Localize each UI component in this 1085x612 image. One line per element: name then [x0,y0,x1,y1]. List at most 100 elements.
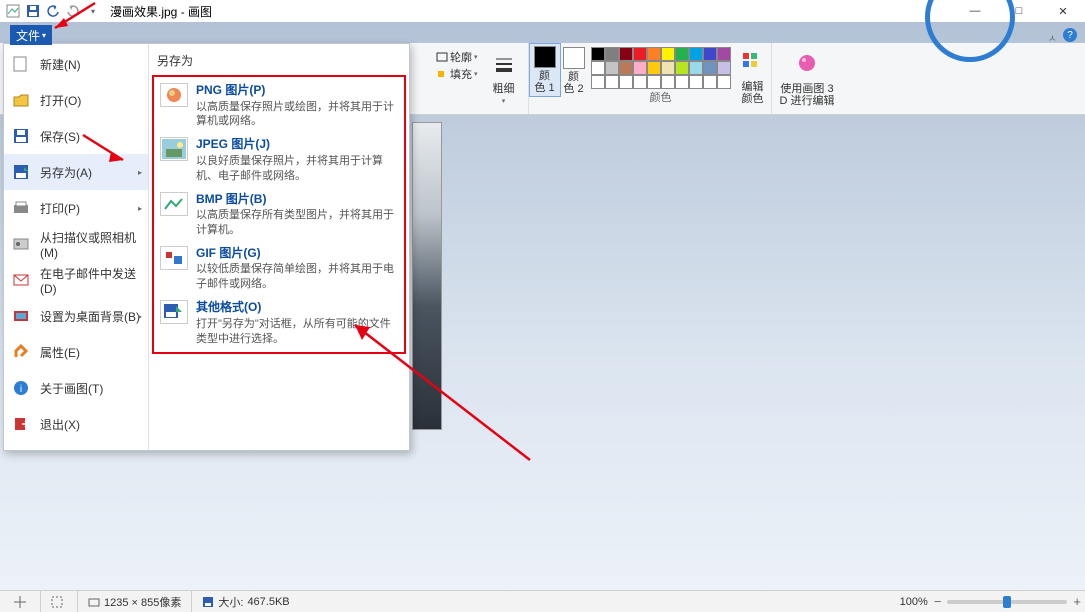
format-title: 其他格式(O) [196,300,398,316]
color-palette[interactable] [587,43,735,89]
palette-swatch[interactable] [717,61,731,75]
crosshair-icon [14,596,26,608]
file-menu-item[interactable]: 新建(N) [4,46,148,82]
menu-item-icon [10,233,32,255]
palette-swatch[interactable] [703,75,717,89]
saveas-format-item[interactable]: 其他格式(O)打开"另存为"对话框，从所有可能的文件类型中进行选择。 [154,296,404,350]
fill-dropdown[interactable]: 填充▾ [436,66,478,82]
color2-button[interactable]: 颜 色 2 [561,43,587,95]
palette-swatch[interactable] [717,47,731,61]
format-icon [160,83,188,107]
zoom-in-button[interactable]: + [1073,594,1081,609]
zoom-out-button[interactable]: − [934,594,942,609]
format-icon [160,246,188,270]
file-menu-item[interactable]: 打印(P) ▸ [4,190,148,226]
undo-icon[interactable] [44,2,62,20]
menu-item-label: 属性(E) [40,344,80,361]
file-menu-item[interactable]: 保存(S) [4,118,148,154]
palette-swatch[interactable] [619,61,633,75]
save-icon[interactable] [24,2,42,20]
menu-item-label: 打印(P) [40,200,80,217]
thickness-button[interactable]: 粗细 ▾ [486,45,522,105]
palette-swatch[interactable] [605,61,619,75]
palette-swatch[interactable] [619,47,633,61]
palette-swatch[interactable] [591,47,605,61]
disk-icon [202,596,214,608]
palette-swatch[interactable] [647,75,661,89]
palette-swatch[interactable] [689,61,703,75]
saveas-format-item[interactable]: GIF 图片(G)以较低质量保存简单绘图，并将其用于电子邮件或网络。 [154,242,404,296]
menu-item-icon [10,89,32,111]
canvas-content[interactable] [412,122,442,430]
zoom-control: 100% − + [900,594,1081,609]
file-menu-item[interactable]: 退出(X) [4,406,148,442]
file-menu-item[interactable]: i 关于画图(T) [4,370,148,406]
menu-item-label: 打开(O) [40,92,81,109]
menu-item-icon [10,413,32,435]
palette-swatch[interactable] [703,61,717,75]
palette-swatch[interactable] [675,75,689,89]
submenu-arrow-icon: ▸ [138,204,142,213]
menu-item-label: 退出(X) [40,416,80,433]
menu-item-icon [10,305,32,327]
selection-icon [51,596,63,608]
format-icon [160,300,188,324]
quick-access-toolbar: ▾ [4,2,102,20]
format-icon [160,192,188,216]
palette-swatch[interactable] [605,75,619,89]
palette-swatch[interactable] [675,61,689,75]
menu-item-label: 关于画图(T) [40,380,103,397]
format-desc: 以高质量保存照片或绘图，并将其用于计算机或网络。 [196,100,398,130]
palette-swatch[interactable] [689,75,703,89]
redo-icon[interactable] [64,2,82,20]
saveas-format-item[interactable]: JPEG 图片(J)以良好质量保存照片，并将其用于计算机、电子邮件或网络。 [154,133,404,187]
close-button[interactable]: ✕ [1041,0,1085,22]
file-size: 大小: 467.5KB [192,591,299,612]
edit-colors-button[interactable]: 编辑 颜色 [735,43,771,105]
palette-swatch[interactable] [605,47,619,61]
file-menu-item[interactable]: 另存为(A)▸ [4,154,148,190]
palette-swatch[interactable] [633,61,647,75]
menu-item-label: 从扫描仪或照相机(M) [40,229,142,260]
image-dimensions: 1235 × 855像素 [78,591,192,612]
palette-swatch[interactable] [647,47,661,61]
file-menu-item[interactable]: 在电子邮件中发送(D) [4,262,148,298]
palette-swatch[interactable] [633,75,647,89]
saveas-format-item[interactable]: PNG 图片(P)以高质量保存照片或绘图，并将其用于计算机或网络。 [154,79,404,133]
palette-swatch[interactable] [591,61,605,75]
qat-dropdown-icon[interactable]: ▾ [84,2,102,20]
format-desc: 以良好质量保存照片，并将其用于计算机、电子邮件或网络。 [196,154,398,184]
palette-swatch[interactable] [647,61,661,75]
colors-group-label: 颜色 [650,89,672,107]
palette-swatch[interactable] [591,75,605,89]
file-menu: 新建(N) 打开(O) 保存(S)另存为(A)▸ 打印(P) ▸ 从扫描仪或照相机(M) 在… [3,43,410,451]
file-menu-item[interactable]: 属性(E) [4,334,148,370]
palette-swatch[interactable] [703,47,717,61]
palette-swatch[interactable] [675,47,689,61]
menu-item-label: 设置为桌面背景(B) [40,308,140,325]
palette-swatch[interactable] [689,47,703,61]
palette-swatch[interactable] [661,47,675,61]
outline-dropdown[interactable]: 轮廓▾ [436,49,478,65]
file-menu-list: 新建(N) 打开(O) 保存(S)另存为(A)▸ 打印(P) ▸ 从扫描仪或照相机(M) 在… [4,44,149,450]
paint3d-button[interactable]: 使用画图 3 D 进行编辑 [778,45,837,107]
palette-swatch[interactable] [633,47,647,61]
file-menu-item[interactable]: 打开(O) [4,82,148,118]
menu-item-icon [10,269,32,291]
saveas-format-item[interactable]: BMP 图片(B)以高质量保存所有类型图片，并将其用于计算机。 [154,188,404,242]
app-icon [4,2,22,20]
file-menu-item[interactable]: 从扫描仪或照相机(M) [4,226,148,262]
help-icon[interactable]: ? [1063,28,1077,42]
zoom-slider[interactable] [947,600,1067,604]
menu-item-label: 在电子邮件中发送(D) [40,265,142,296]
palette-swatch[interactable] [619,75,633,89]
menu-item-icon: i [10,377,32,399]
palette-swatch[interactable] [661,75,675,89]
palette-swatch[interactable] [661,61,675,75]
palette-swatch[interactable] [717,75,731,89]
file-menu-item[interactable]: 设置为桌面背景(B)▸ [4,298,148,334]
format-desc: 以较低质量保存简单绘图，并将其用于电子邮件或网络。 [196,262,398,292]
format-title: GIF 图片(G) [196,246,398,262]
file-tab[interactable]: 文件▾ [10,25,52,45]
color1-button[interactable]: 颜 色 1 [529,43,561,97]
